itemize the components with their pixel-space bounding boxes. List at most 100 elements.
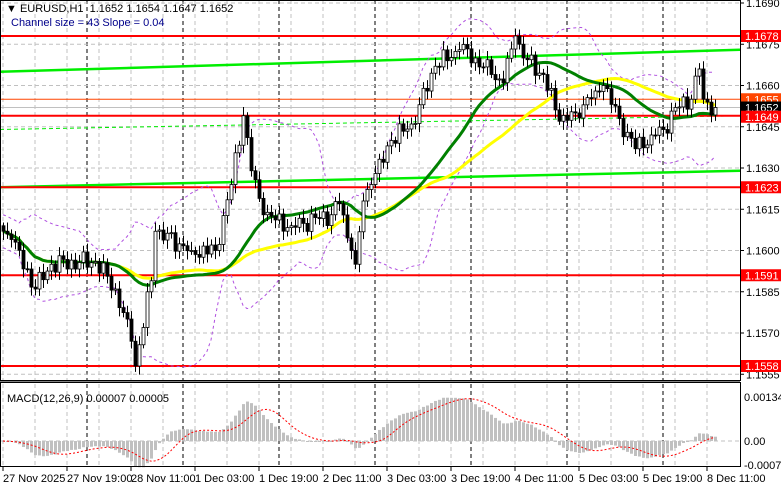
candle-body: [213, 244, 218, 251]
time-tick-label: 1 Dec 19:00: [259, 473, 318, 485]
candle-body: [101, 262, 106, 274]
candle-body: [457, 49, 462, 52]
candle-body: [485, 59, 490, 68]
macd-bar: [206, 431, 209, 441]
macd-bar: [506, 423, 509, 441]
macd-bar: [618, 441, 621, 448]
macd-bar: [246, 401, 249, 441]
macd-bar: [370, 437, 373, 441]
candle-body: [141, 327, 146, 346]
macd-bar: [278, 428, 281, 441]
macd-bar: [154, 441, 157, 451]
macd-bar: [630, 441, 633, 454]
macd-bar: [690, 440, 693, 442]
macd-bar: [442, 397, 445, 441]
time-tick-label: 2 Dec 11:00: [323, 473, 382, 485]
macd-bar: [378, 429, 381, 441]
macd-bar: [646, 441, 649, 459]
candle-body: [73, 259, 78, 270]
candle-body: [693, 75, 698, 100]
candle-body: [525, 57, 530, 61]
macd-bar: [162, 438, 165, 441]
macd-bar: [346, 441, 349, 442]
macd-bar: [178, 429, 181, 441]
macd-bar: [462, 398, 465, 441]
macd-bar: [634, 441, 637, 456]
macd-bar: [158, 441, 161, 444]
candle-body: [409, 123, 414, 130]
candle-body: [493, 74, 498, 81]
candle-body: [625, 131, 630, 138]
macd-bar: [46, 441, 49, 456]
candle-body: [293, 225, 298, 228]
collapse-triangle-icon[interactable]: ▼: [6, 3, 20, 15]
candle-body: [645, 144, 650, 149]
macd-bar: [166, 434, 169, 441]
candle-body: [661, 126, 666, 130]
candle-body: [65, 259, 70, 270]
price-chart[interactable]: 1.16901.16751.16601.16451.16301.16151.16…: [0, 0, 781, 489]
candle-body: [221, 215, 226, 245]
candle-body: [357, 231, 362, 265]
macd-bar: [434, 400, 437, 441]
candle-body: [517, 35, 522, 45]
time-tick-label: 8 Dec 11:00: [707, 473, 766, 485]
candle-body: [97, 261, 102, 274]
candle-body: [277, 213, 282, 221]
price-tick-label: 1.1630: [746, 163, 780, 175]
candle-body: [45, 270, 50, 281]
candle-body: [553, 87, 558, 111]
macd-bar: [210, 431, 213, 441]
candle-body: [569, 111, 574, 121]
price-tick-label: 1.1570: [746, 328, 780, 340]
macd-bar: [662, 441, 665, 455]
candle-body: [117, 288, 122, 309]
macd-bar: [66, 441, 69, 452]
candle-body: [705, 98, 710, 103]
candle-body: [29, 268, 34, 288]
macd-bar: [366, 441, 369, 442]
candle-body: [405, 128, 410, 132]
macd-bar: [118, 441, 121, 453]
candle-body: [449, 57, 454, 62]
candle-body: [581, 104, 586, 119]
time-tick-label: 5 Dec 19:00: [643, 473, 702, 485]
candle-body: [105, 262, 110, 277]
candle-body: [713, 107, 718, 116]
candle-body: [181, 243, 186, 247]
candle-body: [613, 104, 618, 107]
macd-bar: [450, 397, 453, 441]
price-tick-label: 1.1600: [746, 246, 780, 258]
macd-bar: [266, 419, 269, 441]
macd-bar: [254, 405, 257, 441]
macd-bar: [406, 412, 409, 441]
candle-body: [169, 232, 174, 235]
macd-bar: [170, 431, 173, 441]
candle-body: [145, 291, 150, 328]
candle-body: [561, 115, 566, 122]
candle-body: [149, 280, 154, 293]
candle-body: [653, 134, 658, 137]
macd-bar: [34, 441, 37, 456]
macd-bar: [654, 441, 657, 457]
macd-bar: [86, 441, 89, 448]
macd-bar: [190, 429, 193, 441]
candle-body: [1, 225, 6, 232]
candle-body: [401, 123, 406, 132]
macd-bar: [566, 441, 569, 451]
candle-body: [113, 288, 118, 291]
macd-bar: [186, 429, 189, 441]
candle-body: [369, 184, 374, 190]
channel-info: Channel size = 43 Slope = 0.04: [11, 17, 165, 29]
candle-body: [513, 35, 518, 50]
candle-body: [673, 107, 678, 112]
macd-bar: [218, 431, 221, 441]
candle-body: [637, 136, 642, 150]
candle-body: [433, 65, 438, 74]
macd-bar: [94, 441, 97, 447]
level-price-label: 1.1623: [745, 182, 779, 194]
macd-bar: [258, 409, 261, 441]
candle-body: [425, 87, 430, 92]
candle-body: [541, 72, 546, 75]
macd-bar: [386, 423, 389, 441]
